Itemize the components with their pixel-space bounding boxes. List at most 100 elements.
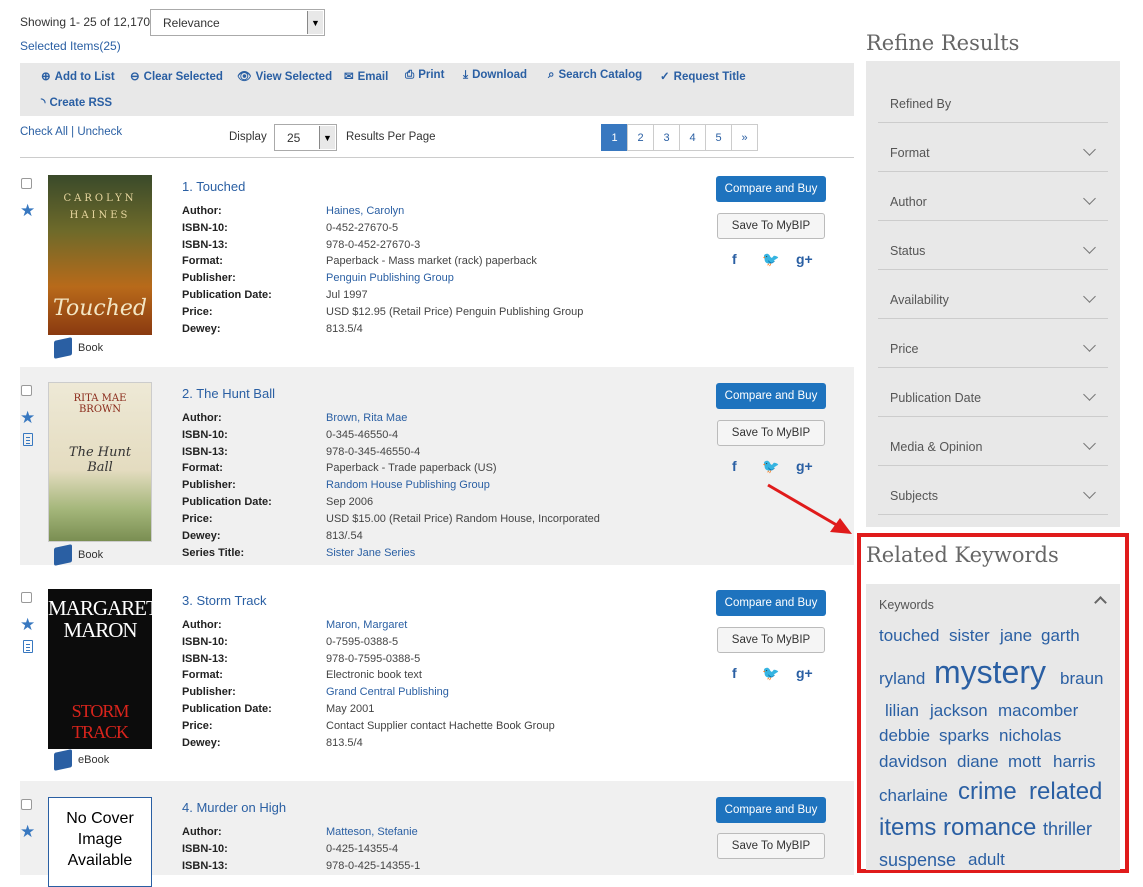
twitter-icon[interactable]: 🐦 bbox=[762, 251, 779, 268]
compare-and-buy-button[interactable]: Compare and Buy bbox=[716, 590, 826, 616]
keyword-link[interactable]: suspense bbox=[879, 851, 956, 869]
star-icon[interactable]: ★ bbox=[20, 823, 35, 840]
save-to-mybip-button[interactable]: Save To MyBIP bbox=[717, 213, 825, 239]
twitter-icon[interactable]: 🐦 bbox=[762, 458, 779, 475]
document-icon[interactable] bbox=[23, 640, 33, 653]
result-checkbox[interactable] bbox=[21, 178, 32, 189]
keyword-link[interactable]: ryland bbox=[879, 670, 925, 687]
keyword-link[interactable]: related bbox=[1029, 780, 1102, 804]
add-to-list-button[interactable]: ⊕ Add to List bbox=[41, 69, 115, 83]
facet-publication-date[interactable]: Publication Date bbox=[878, 368, 1108, 417]
page-3[interactable]: 3 bbox=[653, 124, 680, 151]
star-icon[interactable]: ★ bbox=[20, 616, 35, 633]
uncheck-link[interactable]: Uncheck bbox=[77, 126, 122, 138]
result-checkbox[interactable] bbox=[21, 385, 32, 396]
keyword-link[interactable]: nicholas bbox=[999, 727, 1061, 744]
facet-availability[interactable]: Availability bbox=[878, 270, 1108, 319]
sort-select[interactable]: Relevance ▼ bbox=[150, 9, 325, 36]
google-plus-icon[interactable]: g+ bbox=[796, 458, 813, 474]
star-icon[interactable]: ★ bbox=[20, 202, 35, 219]
twitter-icon[interactable]: 🐦 bbox=[762, 665, 779, 682]
facet-author[interactable]: Author bbox=[878, 172, 1108, 221]
result-title[interactable]: 1. Touched bbox=[182, 179, 245, 194]
result-checkbox[interactable] bbox=[21, 799, 32, 810]
save-to-mybip-button[interactable]: Save To MyBIP bbox=[717, 833, 825, 859]
compare-and-buy-button[interactable]: Compare and Buy bbox=[716, 176, 826, 202]
page-1[interactable]: 1 bbox=[601, 124, 628, 151]
request-title-button[interactable]: ✓ Request Title bbox=[660, 69, 746, 83]
facet-price[interactable]: Price bbox=[878, 319, 1108, 368]
keyword-link[interactable]: thriller bbox=[1043, 820, 1092, 838]
facebook-icon[interactable]: f bbox=[732, 458, 737, 474]
book-cover-placeholder[interactable]: No Cover Image Available bbox=[48, 797, 152, 887]
save-to-mybip-button[interactable]: Save To MyBIP bbox=[717, 420, 825, 446]
keyword-link[interactable]: mott bbox=[1008, 753, 1041, 770]
page-next[interactable]: » bbox=[731, 124, 758, 151]
keyword-link[interactable]: garth bbox=[1041, 627, 1080, 644]
keyword-link[interactable]: sparks bbox=[939, 727, 989, 744]
keyword-link[interactable]: jane bbox=[1000, 627, 1032, 644]
keyword-link[interactable]: macomber bbox=[998, 702, 1078, 719]
compare-and-buy-button[interactable]: Compare and Buy bbox=[716, 383, 826, 409]
print-button[interactable]: ⎙ Print bbox=[405, 69, 444, 82]
star-icon[interactable]: ★ bbox=[20, 409, 35, 426]
result-title[interactable]: 3. Storm Track bbox=[182, 593, 267, 608]
publisher-link[interactable]: Penguin Publishing Group bbox=[326, 272, 454, 284]
book-icon bbox=[54, 544, 72, 566]
document-icon[interactable] bbox=[23, 433, 33, 446]
author-link[interactable]: Brown, Rita Mae bbox=[326, 412, 407, 424]
keyword-link[interactable]: items bbox=[879, 816, 936, 840]
keyword-link[interactable]: braun bbox=[1060, 670, 1103, 687]
create-rss-button[interactable]: ◝ Create RSS bbox=[41, 95, 112, 109]
keyword-link[interactable]: lilian bbox=[885, 702, 919, 719]
result-title[interactable]: 2. The Hunt Ball bbox=[182, 386, 275, 401]
page-5[interactable]: 5 bbox=[705, 124, 732, 151]
result-checkbox[interactable] bbox=[21, 592, 32, 603]
google-plus-icon[interactable]: g+ bbox=[796, 665, 813, 681]
keyword-link[interactable]: diane bbox=[957, 753, 999, 770]
facet-status[interactable]: Status bbox=[878, 221, 1108, 270]
page-2[interactable]: 2 bbox=[627, 124, 654, 151]
book-cover[interactable]: RITA MAE BROWN The Hunt Ball bbox=[48, 382, 152, 542]
keyword-link[interactable]: crime bbox=[958, 780, 1017, 804]
facet-media-opinion[interactable]: Media & Opinion bbox=[878, 417, 1108, 466]
keyword-link[interactable]: jackson bbox=[930, 702, 988, 719]
keyword-link[interactable]: adult bbox=[968, 851, 1005, 868]
save-to-mybip-button[interactable]: Save To MyBIP bbox=[717, 627, 825, 653]
search-catalog-button[interactable]: ⌕ Search Catalog bbox=[548, 69, 642, 82]
publisher-link[interactable]: Random House Publishing Group bbox=[326, 479, 490, 491]
book-cover[interactable]: MARGARET MARON STORM TRACK bbox=[48, 589, 152, 749]
result-title[interactable]: 4. Murder on High bbox=[182, 800, 286, 815]
book-cover[interactable]: CAROLYN HAINES Touched bbox=[48, 175, 152, 335]
selected-items-link[interactable]: Selected Items(25) bbox=[20, 39, 121, 53]
view-selected-button[interactable]: 👁 View Selected bbox=[237, 69, 332, 83]
author-link[interactable]: Haines, Carolyn bbox=[326, 205, 404, 217]
compare-and-buy-button[interactable]: Compare and Buy bbox=[716, 797, 826, 823]
keyword-link[interactable]: touched bbox=[879, 627, 940, 644]
page-4[interactable]: 4 bbox=[679, 124, 706, 151]
keyword-link[interactable]: mystery bbox=[934, 656, 1046, 688]
keyword-link[interactable]: davidson bbox=[879, 753, 947, 770]
series-link[interactable]: Sister Jane Series bbox=[326, 547, 415, 559]
eye-icon: 👁 bbox=[237, 71, 252, 83]
author-link[interactable]: Matteson, Stefanie bbox=[326, 826, 418, 838]
facebook-icon[interactable]: f bbox=[732, 251, 737, 267]
download-button[interactable]: ⤓ Download bbox=[463, 69, 527, 82]
clear-selected-button[interactable]: ⊖ Clear Selected bbox=[130, 69, 223, 83]
check-all-link[interactable]: Check All bbox=[20, 126, 68, 138]
facebook-icon[interactable]: f bbox=[732, 665, 737, 681]
email-button[interactable]: ✉ Email bbox=[344, 69, 388, 83]
facet-format[interactable]: Format bbox=[878, 123, 1108, 172]
check-all-controls: Check All | Uncheck bbox=[20, 126, 123, 138]
facet-subjects[interactable]: Subjects bbox=[878, 466, 1108, 515]
publisher-link[interactable]: Grand Central Publishing bbox=[326, 686, 449, 698]
keyword-link[interactable]: charlaine bbox=[879, 787, 948, 804]
per-page-select[interactable]: 25 ▼ bbox=[274, 124, 337, 151]
keyword-link[interactable]: sister bbox=[949, 627, 990, 644]
keyword-link[interactable]: harris bbox=[1053, 753, 1096, 770]
keyword-link[interactable]: romance bbox=[943, 816, 1036, 840]
google-plus-icon[interactable]: g+ bbox=[796, 251, 813, 267]
chevron-down-icon bbox=[1083, 290, 1096, 303]
author-link[interactable]: Maron, Margaret bbox=[326, 619, 407, 631]
keyword-link[interactable]: debbie bbox=[879, 727, 930, 744]
